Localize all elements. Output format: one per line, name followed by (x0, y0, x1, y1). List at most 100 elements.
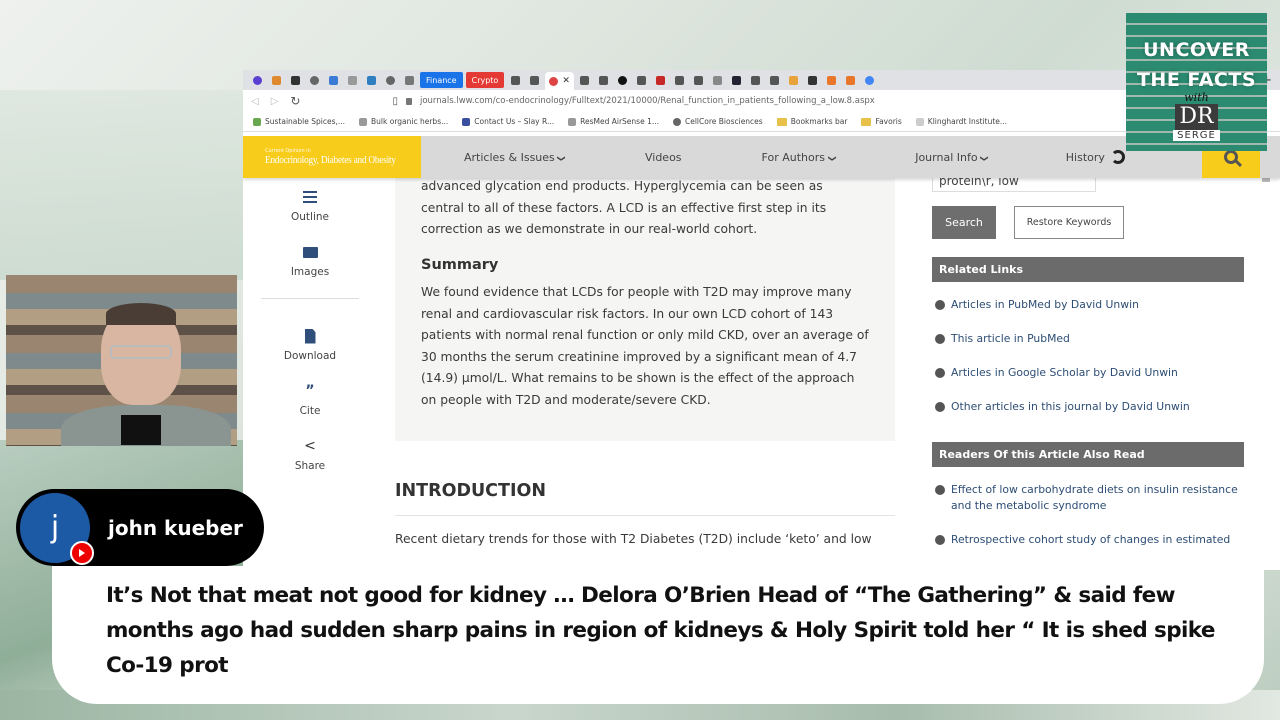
browser-tab[interactable] (653, 72, 669, 88)
bookmark-favicon-icon (568, 117, 577, 126)
app-icon (827, 75, 837, 85)
bookmark-label: Sustainable Spices,... (265, 117, 346, 126)
app-icon (808, 75, 818, 85)
browser-tab[interactable] (748, 72, 764, 88)
bookmark-item[interactable]: Klinghardt Institute... (915, 117, 1007, 126)
browser-tab-active[interactable]: ✕ (545, 72, 574, 90)
link-text[interactable]: Effect of low carbohydrate diets on insu… (951, 482, 1244, 514)
lock-icon (405, 97, 412, 105)
browser-tab[interactable] (729, 72, 745, 88)
browser-tab[interactable] (268, 72, 284, 88)
browser-tab[interactable] (577, 72, 593, 88)
tool-cite[interactable]: ” Cite (261, 382, 359, 417)
back-button[interactable]: ◁ (251, 96, 259, 107)
folder-icon (861, 117, 872, 126)
channel-brand-overlay: UNCOVER THE FACTS with DR SERGE (1126, 13, 1267, 151)
related-link[interactable]: This article in PubMed (932, 322, 1244, 356)
link-text[interactable]: Articles in PubMed by David Unwin (951, 297, 1139, 313)
app-icon (846, 75, 856, 85)
close-tab-icon[interactable]: ✕ (562, 76, 570, 86)
address-bar[interactable]: ▯ journals.lww.com/co-endocrinology/Full… (392, 92, 1180, 110)
tool-download[interactable]: Download (261, 327, 359, 362)
link-text[interactable]: This article in PubMed (951, 331, 1070, 347)
browser-tab[interactable] (767, 72, 783, 88)
browser-tab[interactable] (824, 72, 840, 88)
readers-also-read-heading: Readers Of this Article Also Read (932, 442, 1244, 467)
browser-tab[interactable] (805, 72, 821, 88)
browser-tab[interactable] (287, 72, 303, 88)
tab-crypto[interactable]: Crypto (465, 72, 505, 88)
bookmark-item[interactable]: ResMed AirSense 1... (568, 117, 659, 126)
nav-videos[interactable]: Videos (645, 151, 682, 164)
presenter-collar (121, 415, 161, 445)
chevron-down-icon: ❯ (827, 154, 837, 162)
presenter-hair (106, 303, 176, 325)
journal-logo[interactable]: Current Opinion in Endocrinology, Diabet… (243, 136, 421, 178)
browser-tab[interactable] (862, 72, 878, 88)
browser-tab[interactable] (786, 72, 802, 88)
restore-keywords-button[interactable]: Restore Keywords (1014, 206, 1124, 239)
nav-history[interactable]: History (1066, 150, 1125, 164)
app-icon (599, 75, 609, 85)
related-link[interactable]: Other articles in this journal by David … (932, 390, 1244, 424)
browser-tab[interactable] (634, 72, 650, 88)
bookmark-favicon-icon (359, 117, 368, 126)
reload-button[interactable]: ↻ (290, 94, 300, 108)
browser-tab[interactable] (691, 72, 707, 88)
browser-tab[interactable] (344, 72, 360, 88)
browser-tab[interactable] (325, 72, 341, 88)
link-text[interactable]: Other articles in this journal by David … (951, 399, 1190, 415)
bookmark-item[interactable]: Bulk organic herbs... (359, 117, 448, 126)
images-icon (302, 243, 318, 261)
commenter-chip: j john kueber (16, 489, 264, 566)
related-link[interactable]: Articles in PubMed by David Unwin (932, 288, 1244, 322)
browser-tab[interactable] (382, 72, 398, 88)
bookmark-folder[interactable]: Favoris (861, 117, 902, 126)
tool-outline[interactable]: Outline (261, 188, 359, 223)
tool-share[interactable]: < Share (261, 437, 359, 472)
browser-tab[interactable] (672, 72, 688, 88)
logo-title: Endocrinology, Diabetes and Obesity (265, 154, 396, 166)
browser-tab[interactable] (401, 72, 417, 88)
app-icon (404, 75, 414, 85)
tool-label: Share (294, 460, 326, 472)
bookmark-item[interactable]: Sustainable Spices,... (253, 117, 345, 126)
tool-label: Images (290, 266, 330, 278)
bookmark-item[interactable]: Contact Us – Slay R... (462, 117, 554, 126)
browser-tab[interactable] (306, 72, 322, 88)
browser-tab[interactable] (363, 72, 379, 88)
nav-articles-issues[interactable]: Articles & Issues ❯ (464, 150, 566, 164)
browser-tab[interactable] (507, 72, 523, 88)
bullet-icon (935, 402, 945, 412)
nav-journal-info[interactable]: Journal Info ❯ (915, 151, 989, 164)
bullet-icon (935, 334, 945, 344)
browser-tab[interactable] (249, 72, 265, 88)
brand-title: UNCOVER (1143, 39, 1250, 61)
url-text[interactable]: journals.lww.com/co-endocrinology/Fullte… (420, 96, 875, 106)
tool-label: Outline (291, 211, 329, 223)
nav-label: Articles & Issues (464, 150, 555, 164)
related-article-link[interactable]: Retrospective cohort study of changes in… (932, 523, 1244, 557)
link-text[interactable]: Articles in Google Scholar by David Unwi… (951, 365, 1178, 381)
bookmark-folder[interactable]: Bookmarks bar (776, 117, 847, 126)
browser-tab[interactable] (596, 72, 612, 88)
bookmark-item[interactable]: CellCore Biosciences (673, 117, 763, 126)
browser-tab[interactable] (710, 72, 726, 88)
app-icon (618, 75, 628, 85)
search-button[interactable]: Search (932, 206, 996, 239)
browser-tab[interactable] (526, 72, 542, 88)
related-article-link[interactable]: Effect of low carbohydrate diets on insu… (932, 473, 1244, 523)
bookmark-icon[interactable]: ▯ (392, 96, 398, 107)
forward-button[interactable]: ▷ (271, 96, 279, 107)
browser-toolbar: ◁ ▷ ↻ ▯ journals.lww.com/co-endocrinolog… (243, 90, 1280, 112)
related-link[interactable]: Articles in Google Scholar by David Unwi… (932, 356, 1244, 390)
link-text[interactable]: Retrospective cohort study of changes in… (951, 532, 1230, 548)
tool-images[interactable]: Images (261, 243, 359, 278)
readers-also-read-list: Effect of low carbohydrate diets on insu… (932, 473, 1244, 557)
tab-finance[interactable]: Finance (420, 72, 463, 88)
browser-tab[interactable] (615, 72, 631, 88)
browser-tab[interactable] (843, 72, 859, 88)
tab-strip: Finance Crypto ✕ + (243, 70, 1280, 90)
presenter-glasses (110, 345, 172, 359)
nav-for-authors[interactable]: For Authors ❯ (762, 151, 837, 164)
